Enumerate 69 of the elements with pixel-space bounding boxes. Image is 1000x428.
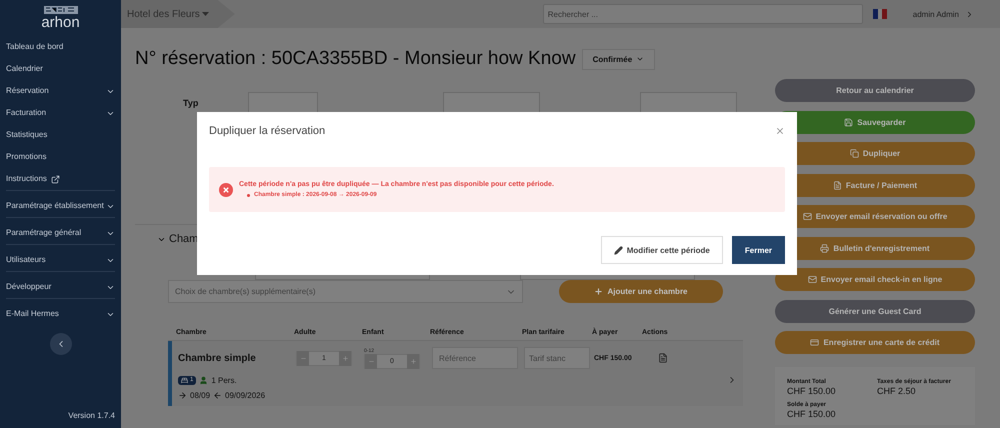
document-icon[interactable] — [658, 353, 668, 363]
action-button[interactable]: Retour au calendrier — [775, 79, 975, 102]
arrow-right-icon — [178, 391, 187, 400]
close-icon — [775, 126, 785, 136]
pencil-icon — [614, 246, 623, 254]
reference-field[interactable]: Référence — [432, 347, 518, 369]
nav-item[interactable]: Développeur — [6, 276, 115, 299]
section-title: Cham — [169, 233, 198, 245]
room-name: Chambre simple — [178, 352, 257, 364]
collapse-button[interactable] — [50, 333, 72, 355]
field-label: Typ — [183, 98, 198, 108]
person-icon — [199, 376, 208, 384]
status-dropdown[interactable]: Confirmée — [582, 48, 656, 70]
nav-item[interactable]: Statistiques — [6, 124, 115, 146]
input-field[interactable] — [640, 92, 738, 114]
chevron-right-icon — [965, 10, 974, 18]
departure-date: 09/09/2026 — [225, 391, 266, 400]
nav-item[interactable]: Réservation — [6, 80, 115, 102]
flag-icon[interactable] — [872, 9, 887, 19]
save-icon — [844, 118, 854, 126]
room-select[interactable]: Choix de chambre(s) supplémentaire(s) — [168, 280, 523, 303]
envelope-icon — [802, 212, 812, 221]
document-icon — [832, 180, 842, 190]
nav-item[interactable]: Paramétrage établissement — [6, 195, 115, 218]
action-button[interactable]: Enregistrer une carte de crédit — [775, 331, 975, 354]
rate-select[interactable]: Tarif stanc — [524, 347, 590, 369]
nav-item[interactable]: Promotions — [6, 146, 115, 168]
nav-item[interactable]: Utilisateurs — [6, 249, 115, 272]
logo-icon — [44, 6, 78, 14]
nav-item[interactable]: Calendrier — [6, 58, 115, 80]
nav-item[interactable]: E-Mail Hermes — [6, 303, 115, 325]
page-title: N° réservation : 50CA3355BD - Monsieur how Know — [135, 48, 576, 70]
edit-period-button[interactable]: Modifier cette période — [600, 236, 723, 264]
user-menu[interactable]: admin Admin — [906, 8, 980, 20]
plus-icon — [342, 354, 348, 362]
credit-card-icon — [810, 338, 820, 347]
nav-item[interactable]: Tableau de bord — [6, 36, 115, 58]
version-text: Version 1.7.4 — [68, 411, 115, 420]
logo-text: arhon — [41, 15, 80, 30]
nav-item[interactable]: Facturation — [6, 102, 115, 124]
summary-value: CHF 150.00 — [787, 408, 837, 418]
nav-item[interactable]: Instructions — [6, 168, 115, 191]
envelope-icon — [808, 275, 817, 284]
bullet-icon — [247, 194, 250, 196]
input-field[interactable] — [443, 92, 540, 114]
persons-text: 1 Pers. — [211, 376, 237, 384]
bed-icon — [181, 376, 188, 384]
chevron-down-icon — [636, 55, 644, 63]
add-room-button[interactable]: Ajouter une chambre — [559, 280, 723, 303]
plus-icon — [594, 287, 604, 296]
action-button[interactable]: Envoyer email check-in en ligne — [775, 268, 975, 291]
summary-value: CHF 2.50 — [877, 386, 917, 396]
input-field[interactable] — [248, 92, 318, 114]
error-icon — [219, 182, 233, 196]
arrow-left-icon — [213, 391, 222, 400]
caret-icon — [202, 12, 209, 16]
external-link-icon — [50, 174, 60, 184]
action-button[interactable]: Générer une Guest Card — [775, 300, 975, 322]
close-button[interactable] — [775, 126, 785, 136]
summary-value: CHF 150.00 — [787, 386, 837, 396]
arrival-date: 08/09 — [190, 391, 210, 400]
modal-title: Dupliquer la réservation — [209, 125, 326, 137]
search-field[interactable]: Rechercher ... — [542, 4, 863, 24]
copy-icon — [850, 149, 859, 158]
hotel-selector[interactable]: Hotel des Fleurs — [121, 0, 235, 28]
printer-icon — [820, 244, 830, 252]
nav-item[interactable]: Paramétrage général — [6, 222, 115, 245]
close-button[interactable]: Fermer — [732, 236, 785, 264]
plus-icon — [410, 358, 416, 364]
